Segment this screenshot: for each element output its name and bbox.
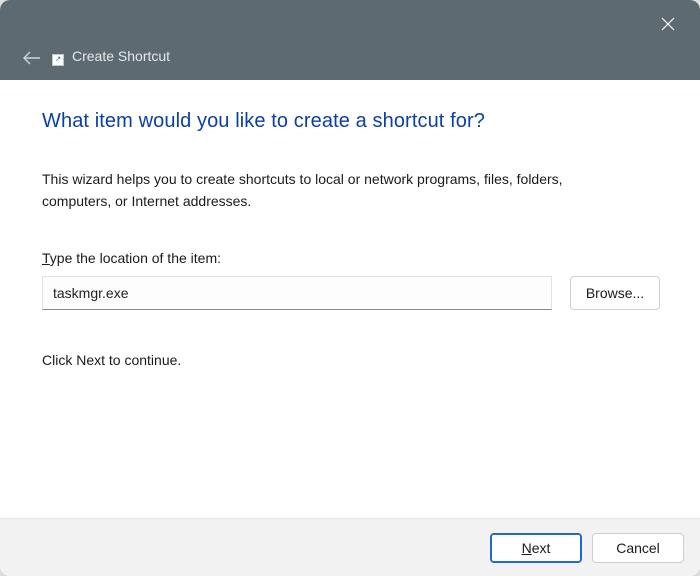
cancel-button[interactable]: Cancel (592, 533, 684, 563)
page-heading: What item would you like to create a sho… (42, 110, 660, 133)
back-arrow-icon (22, 50, 42, 66)
close-icon (661, 17, 675, 31)
location-row: Browse... (42, 276, 660, 310)
next-button[interactable]: Next (490, 533, 582, 563)
titlebar: Create Shortcut (0, 0, 700, 80)
window-title: Create Shortcut (72, 48, 170, 64)
location-label-accel: T (42, 250, 50, 266)
footer-bar: Next Cancel (0, 518, 700, 576)
browse-button[interactable]: Browse... (570, 276, 660, 310)
next-rest: ext (532, 540, 551, 556)
location-input[interactable] (42, 276, 552, 310)
wizard-description: This wizard helps you to create shortcut… (42, 169, 622, 212)
location-label: Type the location of the item: (42, 250, 660, 266)
shortcut-overlay-icon (52, 54, 64, 66)
back-button[interactable] (18, 44, 46, 72)
location-label-rest: ype the location of the item: (50, 250, 221, 266)
close-button[interactable] (654, 10, 682, 38)
content-area: What item would you like to create a sho… (0, 80, 700, 518)
create-shortcut-window: Create Shortcut What item would you like… (0, 0, 700, 576)
continue-instruction: Click Next to continue. (42, 352, 660, 368)
next-accel: N (522, 540, 532, 556)
